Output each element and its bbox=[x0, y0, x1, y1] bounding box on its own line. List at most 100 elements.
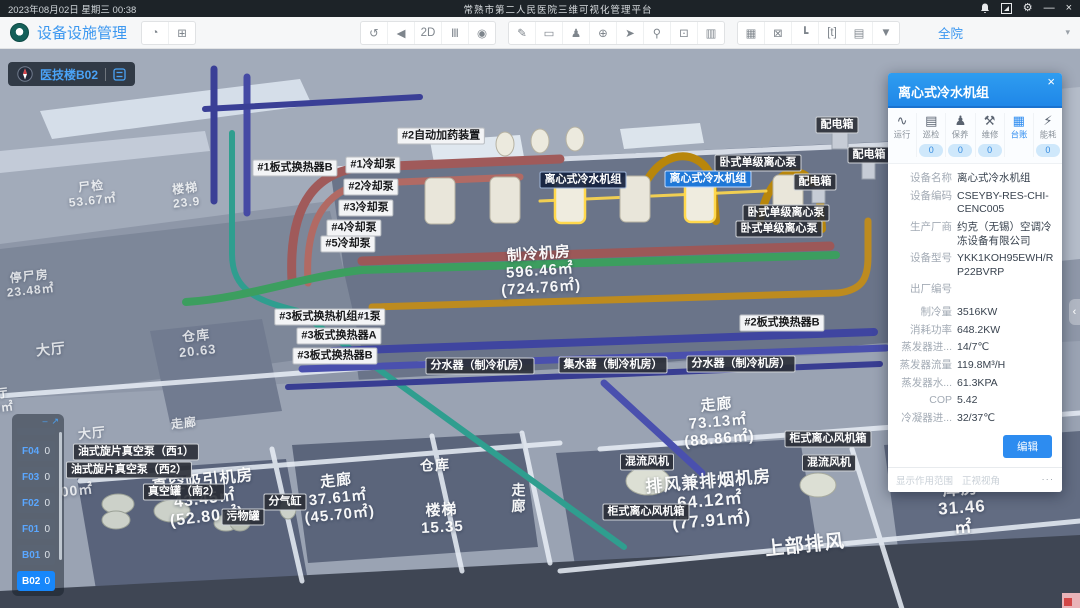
tab-count-badge: 0 bbox=[948, 144, 972, 157]
schedule-icon[interactable]: ▤ bbox=[846, 22, 873, 44]
equipment-label[interactable]: 分水器（制冷机房） bbox=[426, 358, 535, 375]
field-value: 61.3KPA bbox=[957, 377, 998, 391]
more-options-icon[interactable]: ··· bbox=[1042, 474, 1055, 485]
equipment-label[interactable]: #1冷却泵 bbox=[345, 157, 400, 174]
equipment-label[interactable]: 油式旋片真空泵（西2） bbox=[66, 462, 192, 479]
compass-icon[interactable] bbox=[17, 66, 33, 82]
panel-collapse-handle[interactable]: ‹ bbox=[1069, 299, 1080, 325]
equipment-label[interactable]: 油式旋片真空泵（西1） bbox=[73, 444, 199, 461]
field-label: 冷凝器进... bbox=[894, 412, 952, 426]
equipment-label[interactable]: 卧式单级离心泵 bbox=[743, 205, 830, 222]
floor-item-f03[interactable]: F030 bbox=[17, 467, 55, 487]
stats-icon[interactable]: ▥ bbox=[698, 22, 724, 44]
tab-台账[interactable]: ▦台账0 bbox=[1004, 113, 1033, 157]
tab-能耗[interactable]: ⚡能耗0 bbox=[1033, 113, 1062, 157]
floor-item-f02[interactable]: F020 bbox=[17, 493, 55, 513]
close-window-button[interactable]: × bbox=[1066, 3, 1072, 14]
tab-保养[interactable]: ♟保养0 bbox=[945, 113, 974, 157]
unit-box-icon[interactable]: ⊠ bbox=[765, 22, 792, 44]
equipment-label[interactable]: #2冷却泵 bbox=[343, 179, 398, 196]
notification-bell-icon[interactable] bbox=[980, 3, 990, 14]
equipment-label[interactable]: 混流风机 bbox=[802, 455, 856, 472]
2d-mode-icon[interactable]: 2D bbox=[415, 22, 442, 44]
equipment-label[interactable]: 真空罐（南2） bbox=[143, 484, 225, 501]
equipment-label[interactable]: #2自动加药装置 bbox=[397, 128, 485, 145]
floor-count-badge: 0 bbox=[44, 498, 50, 509]
equipment-label[interactable]: 配电箱 bbox=[848, 147, 891, 164]
equipment-label[interactable]: #2板式换热器B bbox=[739, 315, 824, 332]
floor-item-f01[interactable]: F010 bbox=[17, 519, 55, 539]
minimize-button[interactable]: — bbox=[1044, 3, 1055, 14]
field-label: 设备名称 bbox=[894, 172, 952, 186]
campus-scope: 全院 ▾ bbox=[938, 23, 1070, 42]
campus-selector[interactable]: 全院 bbox=[938, 23, 963, 42]
field-value: 5.42 bbox=[957, 394, 977, 408]
equipment-label[interactable]: 集水器（制冷机房） bbox=[559, 357, 668, 374]
equipment-label[interactable]: #5冷却泵 bbox=[320, 236, 375, 253]
settings-gear-icon[interactable]: ⚙ bbox=[1023, 3, 1033, 14]
building-selector[interactable]: 医技楼B02 bbox=[8, 62, 135, 86]
globe-icon[interactable]: ⊕ bbox=[590, 22, 617, 44]
front-view-toggle[interactable]: 正视视角 bbox=[962, 473, 1000, 487]
equipment-label[interactable]: #3板式换热器A bbox=[296, 328, 381, 345]
tab-运行[interactable]: ∿运行0 bbox=[888, 113, 916, 157]
equipment-label-selected[interactable]: 离心式冷水机组 bbox=[665, 171, 752, 188]
table-icon[interactable]: ▦ bbox=[738, 22, 765, 44]
expand-floor-panel-icon[interactable]: ↗ bbox=[51, 416, 59, 427]
equipment-label[interactable]: #4冷却泵 bbox=[326, 220, 381, 237]
building-name[interactable]: 医技楼B02 bbox=[40, 66, 98, 83]
equipment-label[interactable]: 柜式离心风机箱 bbox=[785, 431, 872, 448]
tab-巡检[interactable]: ▤巡检0 bbox=[916, 113, 945, 157]
equipment-label[interactable]: 污物罐 bbox=[222, 509, 265, 526]
measure-icon[interactable]: ✎ bbox=[509, 22, 536, 44]
edit-row: 编辑 bbox=[888, 432, 1062, 467]
equipment-label[interactable]: #3板式换热机组#1泵 bbox=[274, 309, 385, 326]
equipment-label[interactable]: 分气缸 bbox=[264, 494, 307, 511]
device-field: COP5.42 bbox=[894, 394, 1054, 408]
equipment-label[interactable]: #3板式换热器B bbox=[292, 348, 377, 365]
equipment-label[interactable]: 离心式冷水机组 bbox=[540, 172, 627, 189]
reset-view-icon[interactable]: ↺ bbox=[361, 22, 388, 44]
pipeline-icon[interactable]: ┗ bbox=[792, 22, 819, 44]
edit-icon[interactable]: ⊡ bbox=[671, 22, 698, 44]
equipment-label[interactable]: 配电箱 bbox=[816, 117, 859, 134]
collapse-floor-panel-icon[interactable]: – bbox=[42, 416, 47, 427]
floor-item-f05[interactable]: F050 bbox=[17, 428, 55, 435]
person-icon[interactable]: ♟ bbox=[563, 22, 590, 44]
show-range-toggle[interactable]: 显示作用范围 bbox=[896, 473, 953, 487]
floor-item-b01[interactable]: B010 bbox=[17, 545, 55, 565]
layers-icon[interactable]: Ⅲ bbox=[442, 22, 469, 44]
field-value: 648.2KW bbox=[957, 324, 1000, 338]
equipment-label[interactable]: 混流风机 bbox=[620, 454, 674, 471]
equipment-label[interactable]: 卧式单级离心泵 bbox=[715, 155, 802, 172]
floor-list-icon[interactable] bbox=[113, 68, 126, 81]
chevron-down-icon[interactable]: ▾ bbox=[1065, 27, 1070, 38]
floor-count-badge: 0 bbox=[44, 446, 50, 457]
screenshot-icon[interactable] bbox=[1001, 3, 1012, 14]
floor-item-f04[interactable]: F040 bbox=[17, 441, 55, 461]
close-icon[interactable]: × bbox=[1047, 74, 1055, 89]
back-icon[interactable]: ◀ bbox=[388, 22, 415, 44]
visibility-icon[interactable]: ◉ bbox=[469, 22, 495, 44]
search-icon[interactable]: ⚲ bbox=[644, 22, 671, 44]
equipment-label[interactable]: 配电箱 bbox=[794, 174, 837, 191]
grid-menu-icon[interactable]: ⊞ bbox=[169, 22, 195, 44]
floor-count-badge: 0 bbox=[44, 550, 50, 561]
equipment-label[interactable]: #1板式换热器B bbox=[252, 160, 337, 177]
panorama-icon[interactable]: ▭ bbox=[536, 22, 563, 44]
tab-维修[interactable]: ⚒维修0 bbox=[975, 113, 1004, 157]
tab-label: 台账 bbox=[1006, 129, 1032, 141]
floor-item-b02[interactable]: B020 bbox=[17, 571, 55, 591]
edit-button[interactable]: 编辑 bbox=[1003, 435, 1052, 458]
pie-chart-icon[interactable]: ◔ bbox=[142, 22, 169, 44]
tag-icon[interactable]: [t] bbox=[819, 22, 846, 44]
equipment-label[interactable]: 卧式单级离心泵 bbox=[736, 221, 823, 238]
corner-widget bbox=[1062, 593, 1080, 608]
filter-icon[interactable]: ▼ bbox=[873, 22, 899, 44]
floor-panel-scrollbar[interactable] bbox=[59, 432, 62, 560]
equipment-label[interactable]: 分水器（制冷机房） bbox=[687, 356, 796, 373]
cctv-camera-icon[interactable]: ➤ bbox=[617, 22, 644, 44]
equipment-label[interactable]: #3冷却泵 bbox=[338, 200, 393, 217]
equipment-label[interactable]: 柜式离心风机箱 bbox=[603, 504, 690, 521]
3d-viewport[interactable]: #1板式换热器B #2自动加药装置 #1冷却泵 #2冷却泵 #3冷却泵 #4冷却泵#5冷却… bbox=[0, 49, 1080, 608]
